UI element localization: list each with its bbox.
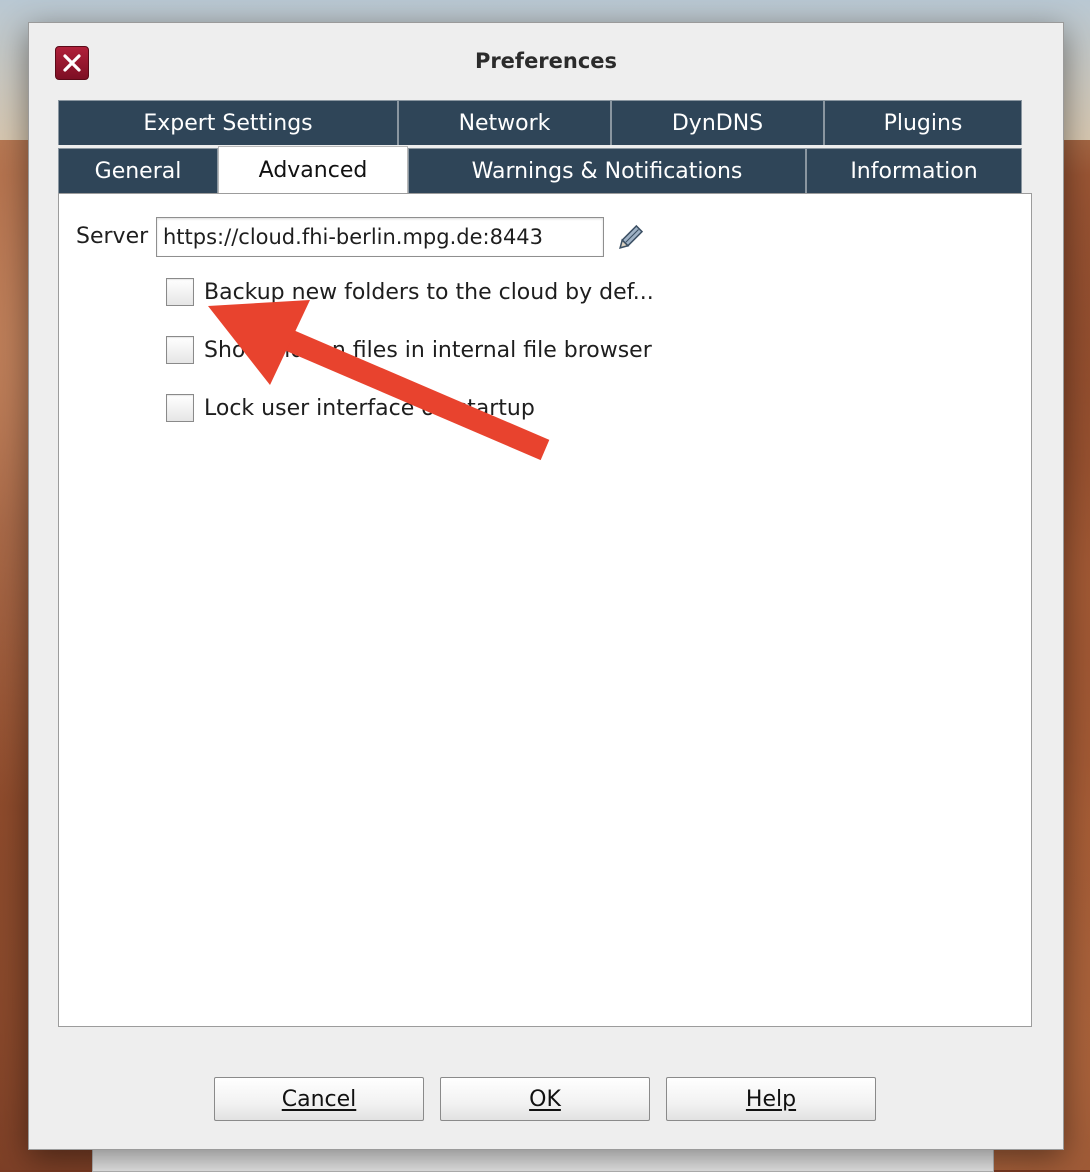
option-backup-new-folders[interactable]: Backup new folders to the cloud by def..… (166, 278, 654, 306)
checkbox-label: Backup new folders to the cloud by def..… (204, 279, 654, 305)
tab-general[interactable]: General (58, 148, 218, 193)
tab-plugins[interactable]: Plugins (824, 100, 1022, 145)
tab-advanced[interactable]: Advanced (218, 146, 408, 194)
dialog-title: Preferences (474, 49, 618, 73)
tab-dyndns[interactable]: DynDNS (611, 100, 824, 145)
help-button[interactable]: Help (666, 1077, 876, 1121)
checkbox-label: Show hidden files in internal file brows… (204, 337, 652, 363)
checkbox[interactable] (166, 394, 194, 422)
background-window (92, 1148, 994, 1172)
tab-warnings-notifications[interactable]: Warnings & Notifications (408, 148, 806, 193)
ok-button[interactable]: OK (440, 1077, 650, 1121)
cancel-button[interactable]: Cancel (214, 1077, 424, 1121)
tab-information[interactable]: Information (806, 148, 1022, 193)
checkbox[interactable] (166, 336, 194, 364)
checkbox-label: Lock user interface on startup (204, 395, 535, 421)
server-url-input[interactable] (156, 217, 604, 257)
tab-expert-settings[interactable]: Expert Settings (58, 100, 398, 145)
checkbox[interactable] (166, 278, 194, 306)
option-lock-ui-on-startup[interactable]: Lock user interface on startup (166, 394, 535, 422)
option-show-hidden-files[interactable]: Show hidden files in internal file brows… (166, 336, 652, 364)
advanced-settings-panel: Server Backup new folders to the cloud b… (58, 193, 1032, 1027)
pencil-edit-icon[interactable] (615, 223, 645, 253)
tab-network[interactable]: Network (398, 100, 611, 145)
server-label: Server (76, 224, 149, 249)
preferences-dialog: Preferences Expert Settings Network DynD… (28, 22, 1064, 1150)
